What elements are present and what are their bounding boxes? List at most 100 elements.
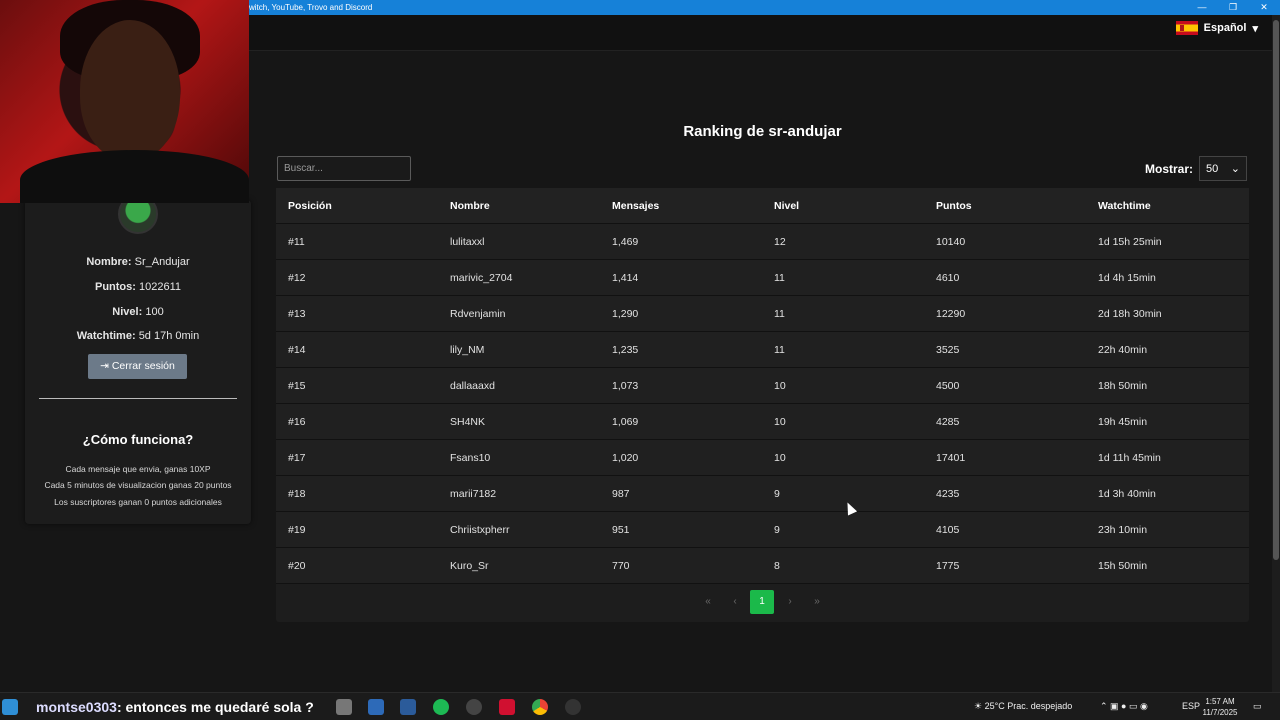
prev-page-button[interactable]: ‹ [723, 590, 747, 614]
weather-text: 25°C Prac. despejado [984, 701, 1073, 711]
mail-icon[interactable] [368, 699, 384, 715]
spotify-icon[interactable] [433, 699, 449, 715]
table-row: #12 marivic_2704 1,414 11 4610 1d 4h 15min [276, 260, 1249, 296]
scrollbar-thumb[interactable] [1273, 20, 1279, 560]
cell-level: 9 [774, 523, 780, 536]
settings-icon[interactable] [565, 699, 581, 715]
how-line: Los suscriptores ganan 0 puntos adiciona… [54, 497, 222, 507]
cell-position: #16 [288, 415, 306, 428]
editor-icon[interactable] [400, 699, 416, 715]
notification-icon[interactable]: ▭ [1253, 701, 1262, 712]
cell-name: Kuro_Sr [450, 559, 489, 572]
page-size-label: Mostrar: [1145, 161, 1194, 176]
header-messages[interactable]: Mensajes [600, 200, 762, 212]
calculator-icon[interactable] [336, 699, 352, 715]
obs-icon[interactable] [466, 699, 482, 715]
cell-position: #17 [288, 451, 306, 464]
cell-watchtime: 15h 50min [1098, 559, 1148, 572]
chrome-icon[interactable] [532, 699, 548, 715]
table-row: #11 lulitaxxl 1,469 12 10140 1d 15h 25min [276, 224, 1249, 260]
cell-position: #12 [288, 271, 306, 284]
cell-position: #14 [288, 343, 306, 356]
header-points[interactable]: Puntos [924, 200, 1086, 212]
page-scrollbar[interactable] [1272, 15, 1280, 692]
cell-messages: 1,020 [612, 451, 639, 464]
cell-watchtime: 22h 40min [1098, 343, 1148, 356]
close-button[interactable]: ✕ [1249, 0, 1279, 15]
header-name[interactable]: Nombre [438, 200, 600, 212]
profile-level-label: Nivel: [112, 306, 143, 318]
logout-label: Cerrar sesión [111, 360, 175, 372]
chat-overlay: montse0303: entonces me quedaré sola ? [36, 699, 314, 715]
cell-messages: 987 [612, 487, 630, 500]
webcam-shirt [20, 150, 249, 203]
table-row: #17 Fsans10 1,020 10 17401 1d 11h 45min [276, 440, 1249, 476]
profile-points-label: Puntos: [94, 281, 136, 293]
cell-messages: 1,290 [612, 307, 639, 320]
cell-level: 8 [774, 559, 780, 572]
table-row: #13 Rdvenjamin 1,290 11 12290 2d 18h 30min [276, 296, 1249, 332]
table-row: #14 lily_NM 1,235 11 3525 22h 40min [276, 332, 1249, 368]
profile-watchtime: Watchtime: 5d 17h 0min [25, 330, 251, 342]
chat-user: montse0303 [36, 699, 117, 715]
profile-name-value: Sr_Andujar [134, 256, 190, 268]
cell-name: dallaaaxd [450, 379, 495, 392]
cell-level: 12 [774, 235, 786, 248]
profile-watchtime-value: 5d 17h 0min [138, 330, 200, 342]
profile-points: Puntos: 1022611 [25, 281, 251, 293]
language-label: Español [1203, 22, 1247, 34]
cell-points: 4235 [936, 487, 960, 500]
language-selector[interactable]: Español ▾ [1175, 21, 1258, 35]
cell-points: 4610 [936, 271, 960, 284]
cell-watchtime: 2d 18h 30min [1098, 307, 1162, 320]
header-level[interactable]: Nivel [762, 200, 924, 212]
tray-icons[interactable]: ⌃ ▣ ● ▭ ◉ [1100, 701, 1148, 712]
page-1-button[interactable]: 1 [750, 590, 774, 614]
page-size-control: Mostrar: 50 ⌄ [1145, 156, 1248, 181]
cell-position: #20 [288, 559, 306, 572]
next-page-button[interactable]: › [778, 590, 802, 614]
first-page-button[interactable]: « [696, 590, 720, 614]
cell-watchtime: 1d 3h 40min [1098, 487, 1156, 500]
cell-points: 1775 [936, 559, 960, 572]
cell-position: #15 [288, 379, 306, 392]
webcam-face [80, 20, 180, 160]
divider [39, 398, 237, 399]
input-language[interactable]: ESP [1182, 701, 1200, 711]
cell-level: 10 [774, 379, 786, 392]
cell-watchtime: 1d 11h 45min [1098, 451, 1161, 464]
header-position[interactable]: Posición [276, 200, 438, 212]
header-watchtime[interactable]: Watchtime [1086, 200, 1248, 212]
cell-watchtime: 19h 45min [1098, 415, 1148, 428]
ranking-table: Posición Nombre Mensajes Nivel Puntos Wa… [276, 188, 1249, 622]
weather-widget[interactable]: ☀ 25°C Prac. despejado [974, 701, 1072, 712]
cell-points: 4105 [936, 523, 960, 536]
cell-name: SH4NK [450, 415, 486, 428]
profile-level-value: 100 [145, 306, 164, 318]
cell-watchtime: 1d 4h 15min [1098, 271, 1156, 284]
clock[interactable]: 1:57 AM 11/7/2025 [1200, 696, 1240, 718]
cell-watchtime: 23h 10min [1098, 523, 1148, 536]
table-row: #19 Chriistxpherr 951 9 4105 23h 10min [276, 512, 1249, 548]
page-size-select[interactable]: 50 ⌄ [1199, 156, 1248, 181]
cell-messages: 1,414 [612, 271, 639, 284]
profile-name-label: Nombre: [86, 256, 132, 268]
last-page-button[interactable]: » [805, 590, 829, 614]
table-row: #18 marii7182 987 9 4235 1d 3h 40min [276, 476, 1249, 512]
clock-date: 11/7/2025 [1202, 708, 1238, 717]
page-size-value: 50 [1206, 162, 1219, 175]
chat-message: : entonces me quedaré sola [116, 699, 302, 715]
app-icon[interactable] [2, 699, 18, 715]
table-row: #16 SH4NK 1,069 10 4285 19h 45min [276, 404, 1249, 440]
logout-button[interactable]: ⇥ Cerrar sesión [88, 354, 187, 379]
cell-level: 10 [774, 415, 786, 428]
minimize-button[interactable]: — [1187, 0, 1217, 15]
maximize-button[interactable]: ❐ [1218, 0, 1248, 15]
chevron-down-icon: ⌄ [1230, 163, 1241, 175]
search-input[interactable] [277, 156, 411, 181]
cell-position: #19 [288, 523, 306, 536]
cell-name: Rdvenjamin [450, 307, 506, 320]
cell-name: lily_NM [450, 343, 485, 356]
opera-icon[interactable] [499, 699, 515, 715]
cell-position: #18 [288, 487, 306, 500]
